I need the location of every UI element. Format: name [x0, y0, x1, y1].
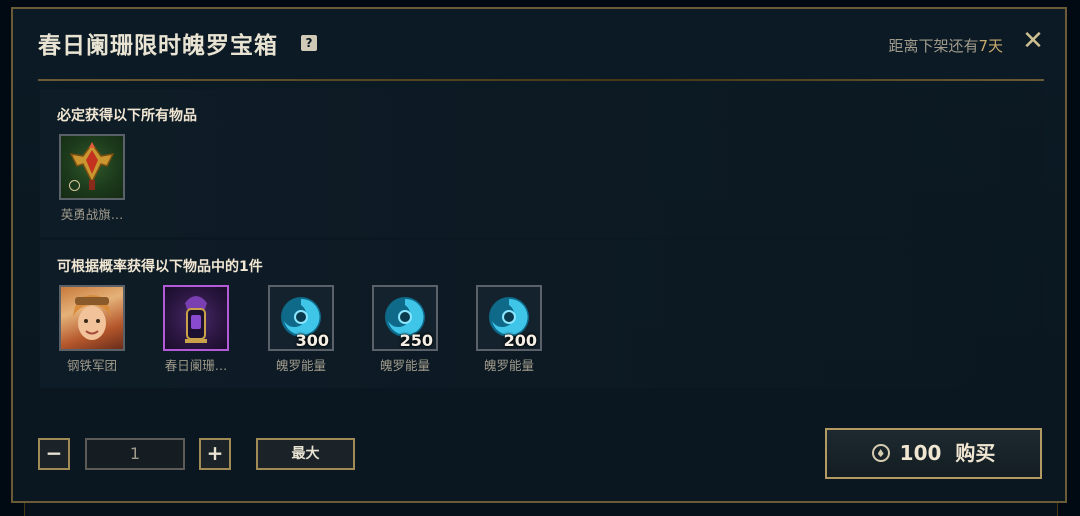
champion-skin-portrait — [59, 285, 125, 351]
item-label: 魄罗能量 — [379, 358, 430, 373]
poro-energy-icon: 250 — [372, 285, 438, 351]
close-icon[interactable]: ✕ — [1021, 28, 1045, 54]
dialog-title: 春日阑珊限时魄罗宝箱 — [38, 33, 278, 59]
dialog-bottom-edge — [24, 503, 1058, 516]
header-divider — [38, 79, 1044, 81]
guaranteed-title: 必定获得以下所有物品 — [57, 108, 197, 124]
random-title: 可根据概率获得以下物品中的1件 — [57, 259, 263, 275]
decrement-button[interactable]: − — [38, 438, 70, 470]
remaining-time: 距离下架还有7天 — [888, 35, 1003, 56]
poro-energy-icon: 200 — [476, 285, 542, 351]
quantity-badge: 300 — [295, 331, 329, 350]
item-label: 英勇战旗… — [60, 207, 124, 222]
increment-button[interactable]: + — [199, 438, 231, 470]
item-label: 钢铁军团 — [66, 358, 117, 373]
help-icon[interactable]: ? — [301, 35, 317, 51]
random-item-poro-energy[interactable]: 250 魄罗能量 — [370, 285, 440, 374]
ward-skin-icon — [163, 285, 229, 351]
price-value: 100 — [899, 441, 942, 465]
banner-emblem-icon — [59, 134, 125, 200]
random-item-poro-energy[interactable]: 300 魄罗能量 — [266, 285, 336, 374]
remaining-prefix: 距离下架还有 — [888, 37, 979, 55]
clock-icon — [69, 180, 80, 191]
random-item-poro-energy[interactable]: 200 魄罗能量 — [474, 285, 544, 374]
random-item-ward[interactable]: 春日阑珊… — [161, 285, 231, 374]
item-label: 魄罗能量 — [275, 358, 326, 373]
rp-currency-icon — [871, 444, 890, 462]
max-button[interactable]: 最大 — [256, 438, 355, 470]
guaranteed-section: 必定获得以下所有物品 英勇战旗… — [40, 89, 1044, 237]
quantity-badge: 250 — [399, 331, 433, 350]
item-label: 春日阑珊… — [164, 358, 228, 373]
poro-energy-icon: 300 — [268, 285, 334, 351]
guaranteed-item[interactable]: 英勇战旗… — [57, 134, 127, 223]
chest-dialog: 春日阑珊限时魄罗宝箱 ? 距离下架还有7天 ✕ 必定获得以下所有物品 英勇战旗…… — [11, 7, 1067, 503]
buy-button[interactable]: 100 购买 — [825, 428, 1042, 479]
item-label: 魄罗能量 — [483, 358, 534, 373]
quantity-badge: 200 — [503, 331, 537, 350]
quantity-input[interactable]: 1 — [85, 438, 185, 470]
remaining-days: 7天 — [978, 37, 1003, 55]
random-section: 可根据概率获得以下物品中的1件 钢铁军团 春日阑珊… 300 魄罗能量 250 … — [40, 240, 1044, 388]
random-item-skin[interactable]: 钢铁军团 — [57, 285, 127, 374]
buy-label: 购买 — [955, 441, 996, 465]
